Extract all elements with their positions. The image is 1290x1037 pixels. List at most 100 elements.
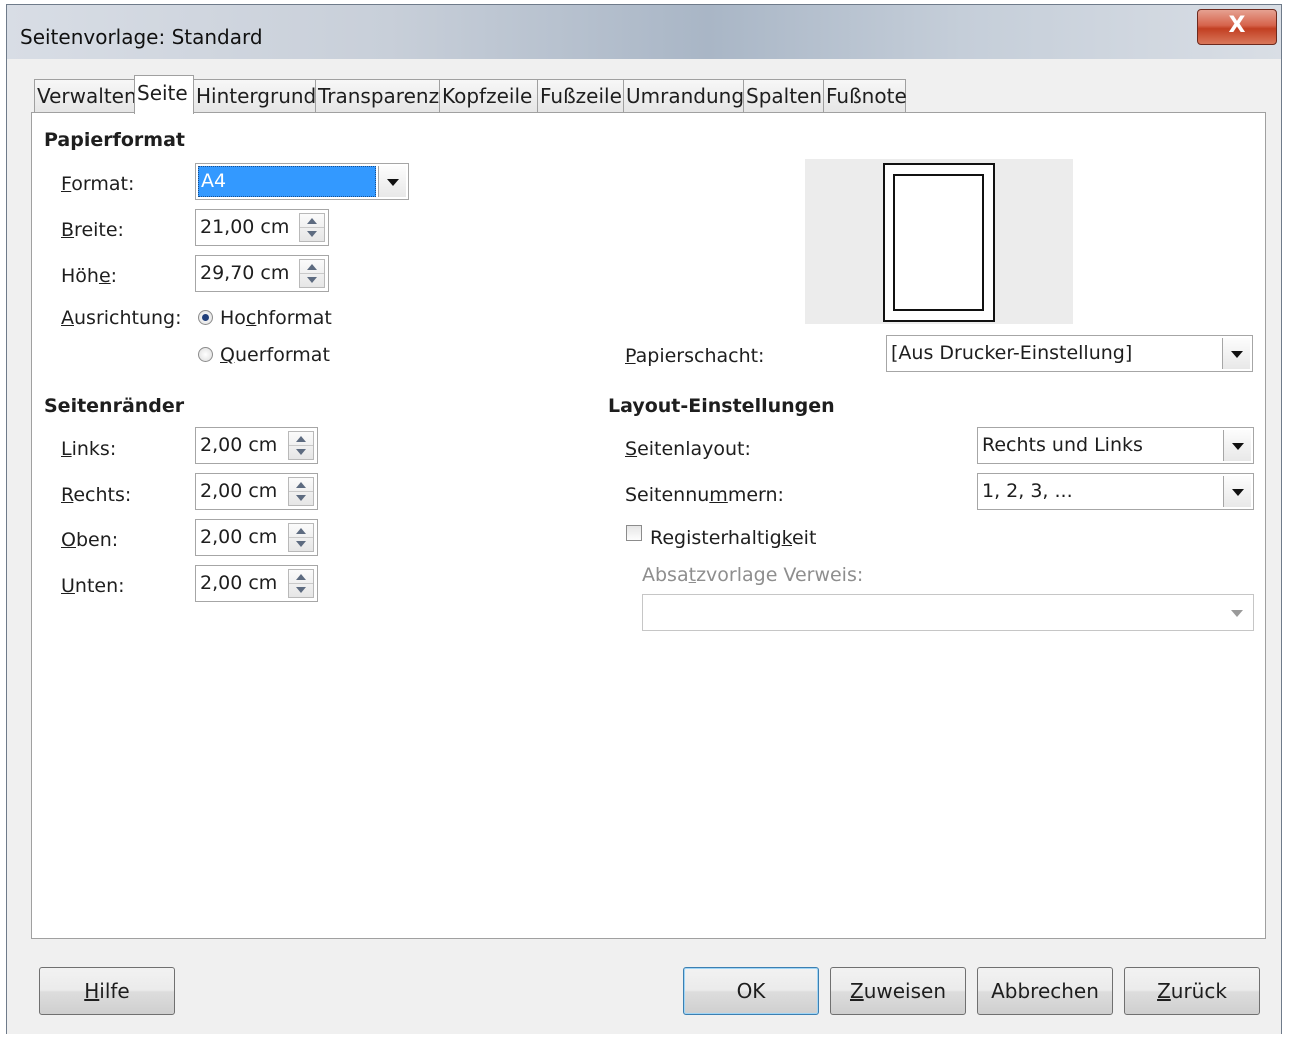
cancel-button[interactable]: Abbrechen [977,967,1113,1015]
tab-fusszeile[interactable]: Fußzeile [537,79,624,113]
unten-spinner[interactable] [288,569,314,598]
seitennummern-label: Seitennummern: [625,484,784,506]
seitenlayout-select[interactable]: Rechts und Links [977,427,1254,464]
papierformat-heading: Papierformat [44,129,185,151]
rechts-spinner[interactable] [288,477,314,506]
spin-up-button[interactable] [289,570,313,584]
registerhaltigkeit-checkbox[interactable] [626,525,642,541]
papierschacht-label: Papierschacht: [625,345,765,367]
seitennummern-value: 1, 2, 3, ... [982,480,1073,502]
breite-spinner[interactable] [299,213,325,242]
seitenlayout-label: Seitenlayout: [625,438,751,460]
breite-label: Breite: [61,219,124,241]
spin-down-button[interactable] [300,228,324,242]
arrow-up-icon [296,482,306,488]
tab-seite[interactable]: Seite [134,75,194,114]
tab-umrandung[interactable]: Umrandung [623,79,744,113]
format-value: A4 [198,166,376,197]
layout-heading: Layout-Einstellungen [608,395,835,417]
spin-up-button[interactable] [289,478,313,492]
arrow-down-icon [307,277,317,283]
spin-down-button[interactable] [289,538,313,552]
tab-transparenz[interactable]: Transparenz [315,79,440,113]
hochformat-label[interactable]: Hochformat [220,307,332,329]
unten-label: Unten: [61,575,125,597]
spin-up-button[interactable] [289,432,313,446]
spin-up-button[interactable] [300,260,324,274]
ausrichtung-label: Ausrichtung: [61,307,182,329]
seitenlayout-value: Rechts und Links [982,434,1143,456]
close-button[interactable]: X [1197,9,1277,45]
hochformat-radio[interactable] [198,310,213,325]
arrow-down-icon [296,587,306,593]
reset-button[interactable]: Zurück [1124,967,1260,1015]
chevron-down-icon [386,178,399,186]
querformat-label[interactable]: Querformat [220,344,330,366]
arrow-down-icon [296,449,306,455]
links-field[interactable]: 2,00 cm [195,427,318,464]
format-dropdown-button[interactable] [378,166,406,197]
arrow-up-icon [307,264,317,270]
hoehe-spinner[interactable] [299,259,325,288]
page-preview-sheet [883,163,995,322]
close-icon: X [1228,13,1246,38]
links-value: 2,00 cm [200,434,278,456]
tab-spalten[interactable]: Spalten [743,79,824,113]
oben-spinner[interactable] [288,523,314,552]
registerhaltigkeit-label[interactable]: Registerhaltigkeit [650,527,816,549]
hoehe-field[interactable]: 29,70 cm [195,255,329,292]
oben-field[interactable]: 2,00 cm [195,519,318,556]
seitenraender-heading: Seitenränder [44,395,185,417]
tab-verwalten[interactable]: Verwalten [34,79,137,113]
tab-fussnote[interactable]: Fußnote [823,79,907,113]
links-label: Links: [61,438,117,460]
dialog-window: Seitenvorlage: Standard X Verwalten Seit… [6,4,1282,1034]
rechts-label: Rechts: [61,484,132,506]
chevron-down-icon [1231,442,1244,450]
querformat-radio[interactable] [198,347,213,362]
spin-up-button[interactable] [300,214,324,228]
papierschacht-select[interactable]: [Aus Drucker-Einstellung] [886,335,1253,372]
title-bar[interactable]: Seitenvorlage: Standard X [7,5,1281,59]
absatzvorlage-dropdown-button[interactable] [1223,597,1251,628]
spin-down-button[interactable] [289,492,313,506]
help-button[interactable]: Hilfe [39,967,175,1015]
spin-down-button[interactable] [300,274,324,288]
ok-button[interactable]: OK [683,967,819,1015]
arrow-down-icon [307,231,317,237]
breite-value: 21,00 cm [200,216,290,238]
absatzvorlage-select[interactable] [642,594,1254,631]
chevron-down-icon [1231,488,1244,496]
rechts-value: 2,00 cm [200,480,278,502]
seitennummern-dropdown-button[interactable] [1223,476,1251,507]
breite-field[interactable]: 21,00 cm [195,209,329,246]
hoehe-value: 29,70 cm [200,262,290,284]
papierschacht-value: [Aus Drucker-Einstellung] [891,342,1133,364]
spin-down-button[interactable] [289,584,313,598]
tab-hintergrund[interactable]: Hintergrund [193,79,316,113]
oben-value: 2,00 cm [200,526,278,548]
rechts-field[interactable]: 2,00 cm [195,473,318,510]
unten-field[interactable]: 2,00 cm [195,565,318,602]
seitennummern-select[interactable]: 1, 2, 3, ... [977,473,1254,510]
papierschacht-dropdown-button[interactable] [1222,338,1250,369]
unten-value: 2,00 cm [200,572,278,594]
links-spinner[interactable] [288,431,314,460]
format-label: Format: [61,173,135,195]
hoehe-label: Höhe: [61,265,118,287]
dialog-client: Verwalten Seite Hintergrund Transparenz … [7,59,1281,1034]
oben-label: Oben: [61,529,119,551]
absatzvorlage-label: Absatzvorlage Verweis: [642,564,864,586]
format-select[interactable]: A4 [195,163,409,200]
apply-button[interactable]: Zuweisen [830,967,966,1015]
radio-selected-dot [202,314,209,321]
page-preview [805,159,1073,324]
tab-kopfzeile[interactable]: Kopfzeile [439,79,538,113]
spin-up-button[interactable] [289,524,313,538]
arrow-up-icon [296,436,306,442]
chevron-down-icon [1231,609,1243,617]
chevron-down-icon [1230,350,1243,358]
spin-down-button[interactable] [289,446,313,460]
seitenlayout-dropdown-button[interactable] [1223,430,1251,461]
arrow-up-icon [307,218,317,224]
